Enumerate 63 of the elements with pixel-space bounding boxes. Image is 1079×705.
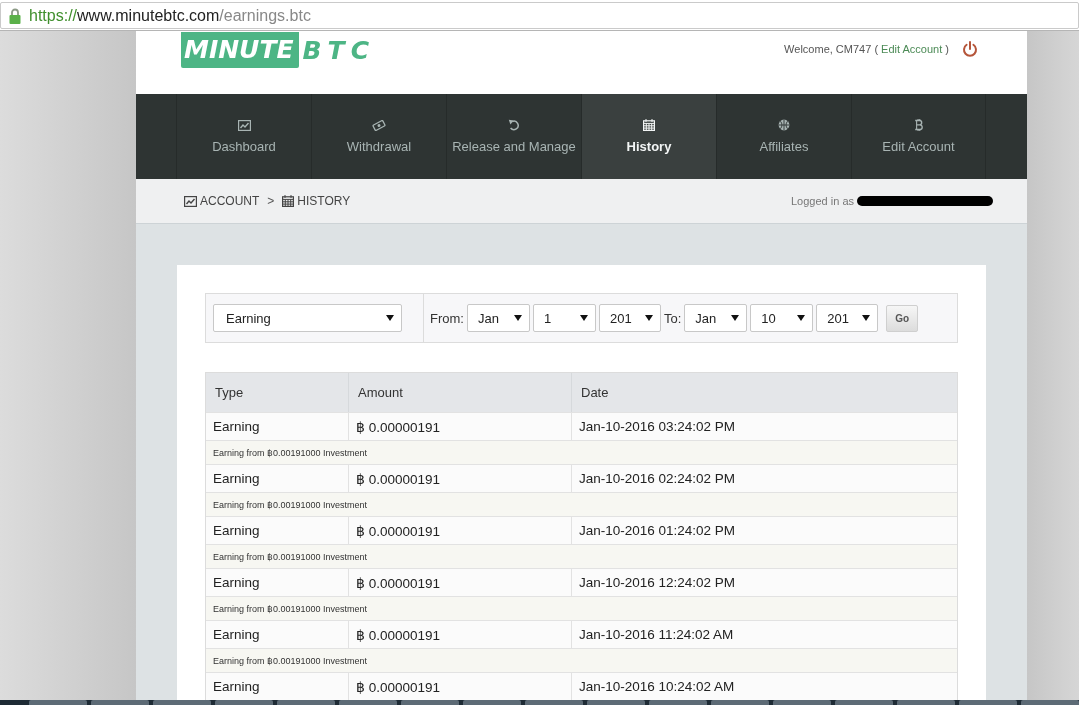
date-header: Date bbox=[580, 384, 610, 402]
caret-icon bbox=[797, 315, 806, 321]
year-dropdown[interactable]: 201 bbox=[598, 304, 661, 332]
caret-icon bbox=[862, 315, 871, 321]
caret-icon bbox=[386, 315, 394, 321]
calendar-icon bbox=[282, 195, 295, 207]
to-label: To: bbox=[663, 310, 682, 326]
type-dropdown[interactable]: Earning bbox=[213, 304, 402, 332]
chart-icon bbox=[237, 119, 251, 131]
caret-icon bbox=[579, 315, 588, 321]
taskbar-button[interactable] bbox=[339, 700, 397, 705]
note-cell: Earning from ฿0.00191000 Investment bbox=[206, 648, 957, 672]
caret-icon bbox=[644, 315, 653, 321]
breadcrumb-separator: > bbox=[267, 194, 275, 208]
date-cell-text: Jan-10-2016 10:24:02 AM bbox=[578, 678, 736, 696]
taskbar-button[interactable] bbox=[153, 700, 211, 705]
calendar-icon bbox=[643, 119, 655, 131]
date-cell-text: Jan-10-2016 12:24:02 PM bbox=[578, 574, 737, 592]
ball-icon bbox=[778, 119, 790, 131]
edit-account-link[interactable]: Edit Account bbox=[881, 43, 943, 55]
year-dropdown[interactable]: 201 bbox=[816, 304, 879, 332]
caret-icon bbox=[513, 315, 522, 321]
caret-icon bbox=[731, 315, 740, 321]
welcome-text: Welcome, CM747 ( Edit Account ) bbox=[784, 43, 949, 55]
taskbar-button[interactable] bbox=[91, 700, 149, 705]
undo-arrow-icon bbox=[508, 119, 520, 131]
taskbar-button[interactable] bbox=[587, 700, 645, 705]
taskbar-button[interactable] bbox=[959, 700, 1017, 705]
month-dropdown[interactable]: Jan bbox=[466, 304, 530, 332]
taskbar-button[interactable] bbox=[773, 700, 831, 705]
taskbar-button[interactable] bbox=[277, 700, 335, 705]
date-cell-text: Jan-10-2016 02:24:02 PM bbox=[578, 470, 737, 488]
date-cell-text: Jan-10-2016 01:24:02 PM bbox=[578, 522, 737, 540]
from-label: From: bbox=[430, 310, 464, 326]
taskbar-button[interactable] bbox=[463, 700, 521, 705]
month-dropdown[interactable]: Jan bbox=[684, 304, 748, 332]
taskbar-button[interactable] bbox=[711, 700, 769, 705]
power-icon[interactable] bbox=[962, 41, 978, 57]
taskbar-button[interactable] bbox=[215, 700, 273, 705]
day-dropdown[interactable]: 1 bbox=[532, 304, 596, 332]
taskbar-button[interactable] bbox=[897, 700, 955, 705]
day-dropdown[interactable]: 10 bbox=[750, 304, 814, 332]
chart-icon bbox=[184, 195, 197, 207]
note-cell: Earning from ฿0.00191000 Investment bbox=[206, 440, 957, 464]
taskbar-button[interactable] bbox=[649, 700, 707, 705]
go-button[interactable]: Go bbox=[886, 304, 919, 332]
breadcrumb-link[interactable]: ACCOUNT bbox=[184, 194, 260, 208]
note-cell: Earning from ฿0.00191000 Investment bbox=[206, 596, 957, 620]
taskbar-button[interactable] bbox=[525, 700, 583, 705]
address-bar[interactable]: https://www.minutebtc.com/earnings.btc bbox=[0, 2, 1079, 29]
date-cell-text: Jan-10-2016 03:24:02 PM bbox=[578, 418, 737, 436]
taskbar-button[interactable] bbox=[835, 700, 893, 705]
taskbar-button[interactable] bbox=[401, 700, 459, 705]
taskbar-button[interactable] bbox=[29, 700, 87, 705]
taskbar-button[interactable] bbox=[1021, 700, 1079, 705]
note-cell: Earning from ฿0.00191000 Investment bbox=[206, 492, 957, 516]
logged-in-text: Logged in as bbox=[791, 195, 854, 207]
banknote-icon bbox=[372, 119, 386, 131]
bitcoin-icon bbox=[914, 119, 923, 131]
note-cell: Earning from ฿0.00191000 Investment bbox=[206, 544, 957, 568]
breadcrumb-link[interactable]: HISTORY bbox=[282, 194, 351, 208]
date-cell-text: Jan-10-2016 11:24:02 AM bbox=[578, 626, 735, 644]
nav-tab[interactable]: History bbox=[581, 94, 716, 179]
